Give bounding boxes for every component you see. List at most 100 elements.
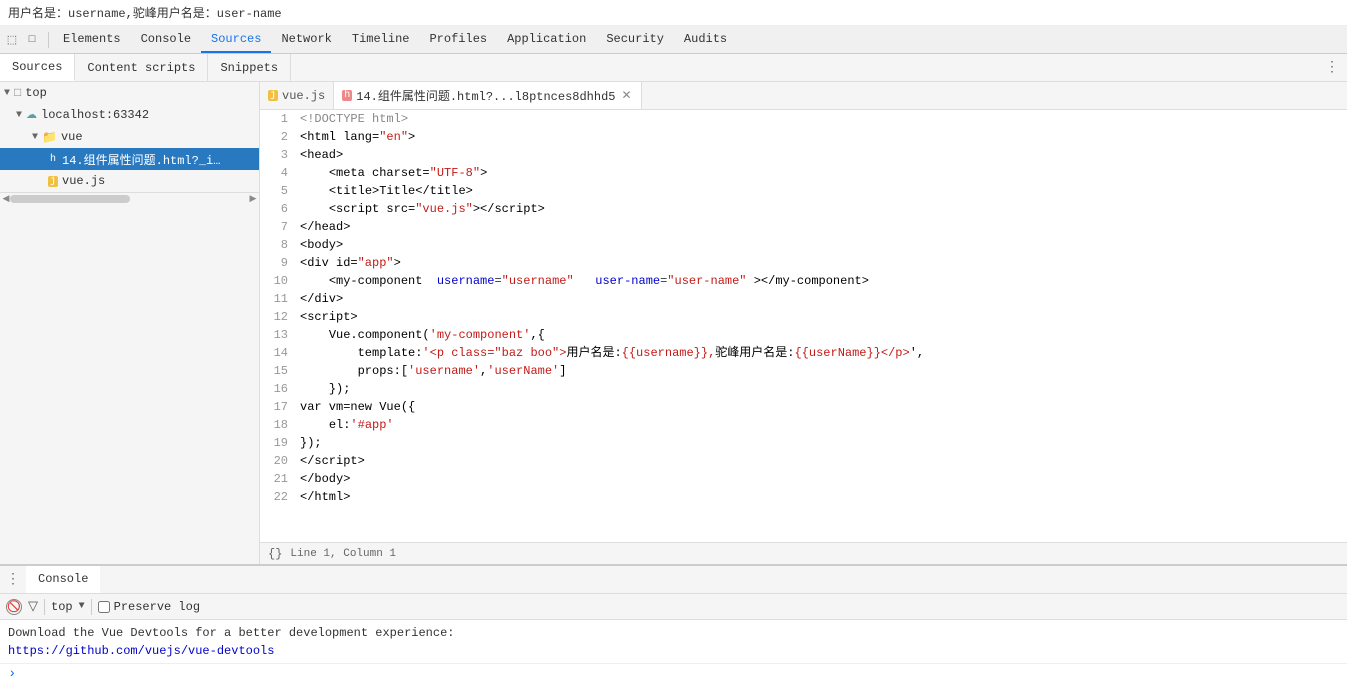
folder-icon: 📁 bbox=[42, 130, 57, 145]
nav-security[interactable]: Security bbox=[596, 26, 674, 53]
sub-tab-more[interactable]: ⋮ bbox=[1317, 59, 1347, 76]
code-line-20: 20 </script> bbox=[260, 452, 1347, 470]
scroll-right-btn[interactable]: ▶ bbox=[247, 193, 259, 204]
cursor-icon[interactable]: ⬚ bbox=[4, 32, 20, 48]
file-type-badge: h bbox=[48, 154, 58, 165]
tree-item-html-file[interactable]: h 14.组件属性问题.html?_ijt=o3tjoap... bbox=[0, 148, 259, 170]
page-result-text: 用户名是：username,驼峰用户名是：user-name bbox=[8, 7, 282, 21]
page-result-bar: 用户名是：username,驼峰用户名是：user-name bbox=[0, 0, 1347, 26]
code-line-4: 4 <meta charset="UTF-8"> bbox=[260, 164, 1347, 182]
sub-tab-snippets[interactable]: Snippets bbox=[208, 54, 291, 81]
html-icon: h bbox=[342, 90, 352, 101]
code-line-9: 9 <div id="app"> bbox=[260, 254, 1347, 272]
code-line-19: 19 }); bbox=[260, 434, 1347, 452]
editor-tab-html[interactable]: h 14.组件属性问题.html?...l8ptnces8dhhd5 ✕ bbox=[334, 82, 642, 109]
clear-console-btn[interactable]: 🚫 bbox=[6, 599, 22, 615]
top-nav: Elements Console Sources Network Timelin… bbox=[53, 26, 737, 53]
tree-label: localhost:63342 bbox=[41, 108, 149, 122]
tab-label: vue.js bbox=[282, 89, 325, 103]
code-line-16: 16 }); bbox=[260, 380, 1347, 398]
code-line-5: 5 <title>Title</title> bbox=[260, 182, 1347, 200]
devtools-body: Sources Content scripts Snippets ⋮ ▼ □ t… bbox=[0, 54, 1347, 684]
nav-application[interactable]: Application bbox=[497, 26, 596, 53]
code-line-2: 2 <html lang="en"> bbox=[260, 128, 1347, 146]
editor-tab-vuejs[interactable]: j vue.js bbox=[260, 82, 334, 109]
sub-tab-sources[interactable]: Sources bbox=[0, 54, 75, 81]
code-line-6: 6 <script src="vue.js"></script> bbox=[260, 200, 1347, 218]
code-line-14: 14 template:'<p class="baz boo">用户名是:{{u… bbox=[260, 344, 1347, 362]
tree-item-top[interactable]: ▼ □ top bbox=[0, 82, 259, 104]
cloud-icon: ☁ bbox=[26, 108, 37, 122]
code-line-10: 10 <my-component username="username" use… bbox=[260, 272, 1347, 290]
console-line-1: Download the Vue Devtools for a better d… bbox=[8, 624, 1339, 642]
folder-icon-top: □ bbox=[14, 86, 21, 100]
top-nav-bar: ⬚ □ Elements Console Sources Network Tim… bbox=[0, 26, 1347, 54]
tab-close-btn[interactable]: ✕ bbox=[619, 89, 633, 103]
bottom-tab-more[interactable]: ⋮ bbox=[0, 571, 26, 588]
separator bbox=[91, 599, 92, 615]
arrow-icon: ▼ bbox=[32, 132, 38, 143]
code-line-21: 21 </body> bbox=[260, 470, 1347, 488]
tree-label: top bbox=[25, 86, 47, 100]
tab-label: Console bbox=[38, 572, 88, 586]
file-tree: ▼ □ top ▼ ☁ localhost:63342 ▼ 📁 vue bbox=[0, 82, 260, 564]
scroll-thumb[interactable] bbox=[10, 195, 130, 203]
tree-label: vue.js bbox=[62, 174, 105, 188]
nav-profiles[interactable]: Profiles bbox=[419, 26, 497, 53]
bottom-tabs: ⋮ Console bbox=[0, 566, 1347, 594]
code-line-3: 3 <head> bbox=[260, 146, 1347, 164]
sources-panel: Sources Content scripts Snippets ⋮ ▼ □ t… bbox=[0, 54, 1347, 564]
nav-console[interactable]: Console bbox=[131, 26, 201, 53]
code-line-15: 15 props:['username','userName'] bbox=[260, 362, 1347, 380]
console-top-label[interactable]: top bbox=[51, 600, 73, 614]
bottom-panel: ⋮ Console 🚫 ▽ top ▼ Preserve log Downloa… bbox=[0, 564, 1347, 684]
tree-item-vue-folder[interactable]: ▼ 📁 vue bbox=[0, 126, 259, 148]
content-area: ▼ □ top ▼ ☁ localhost:63342 ▼ 📁 vue bbox=[0, 82, 1347, 564]
code-content[interactable]: 1 <!DOCTYPE html> 2 <html lang="en"> 3 <… bbox=[260, 110, 1347, 542]
code-line-12: 12 <script> bbox=[260, 308, 1347, 326]
filter-icon[interactable]: ▽ bbox=[28, 599, 38, 614]
editor-tabs: j vue.js h 14.组件属性问题.html?...l8ptnces8dh… bbox=[260, 82, 1347, 110]
braces-icon: {} bbox=[268, 547, 282, 561]
nav-timeline[interactable]: Timeline bbox=[342, 26, 420, 53]
js-icon: j bbox=[268, 90, 278, 101]
bottom-tab-console[interactable]: Console bbox=[26, 566, 100, 593]
console-output: Download the Vue Devtools for a better d… bbox=[0, 620, 1347, 663]
code-line-8: 8 <body> bbox=[260, 236, 1347, 254]
device-icon[interactable]: □ bbox=[24, 32, 40, 48]
status-bar: {} Line 1, Column 1 bbox=[260, 542, 1347, 564]
code-line-13: 13 Vue.component('my-component',{ bbox=[260, 326, 1347, 344]
code-line-7: 7 </head> bbox=[260, 218, 1347, 236]
nav-network[interactable]: Network bbox=[271, 26, 341, 53]
nav-audits[interactable]: Audits bbox=[674, 26, 737, 53]
console-toolbar: 🚫 ▽ top ▼ Preserve log bbox=[0, 594, 1347, 620]
nav-sources[interactable]: Sources bbox=[201, 26, 271, 53]
console-line-2: https://github.com/vuejs/vue-devtools bbox=[8, 642, 1339, 660]
file-type-badge: j bbox=[48, 176, 58, 187]
prompt-arrow-icon: › bbox=[8, 666, 16, 682]
tree-label: 14.组件属性问题.html?_ijt=o3tjoap... bbox=[62, 151, 222, 168]
arrow-icon: ▼ bbox=[16, 110, 22, 121]
tree-label: vue bbox=[61, 130, 83, 144]
status-text: Line 1, Column 1 bbox=[290, 548, 396, 560]
sub-tabs: Sources Content scripts Snippets ⋮ bbox=[0, 54, 1347, 82]
code-line-11: 11 </div> bbox=[260, 290, 1347, 308]
preserve-log-input[interactable] bbox=[98, 601, 110, 613]
console-prompt: › bbox=[0, 663, 1347, 684]
code-line-18: 18 el:'#app' bbox=[260, 416, 1347, 434]
code-line-17: 17 var vm=new Vue({ bbox=[260, 398, 1347, 416]
console-input[interactable] bbox=[20, 667, 1339, 681]
code-editor: j vue.js h 14.组件属性问题.html?...l8ptnces8dh… bbox=[260, 82, 1347, 564]
top-bar-icons: ⬚ □ bbox=[4, 32, 49, 48]
nav-elements[interactable]: Elements bbox=[53, 26, 131, 53]
separator bbox=[44, 599, 45, 615]
console-top-arrow[interactable]: ▼ bbox=[79, 601, 85, 612]
tree-item-localhost[interactable]: ▼ ☁ localhost:63342 bbox=[0, 104, 259, 126]
tab-label: 14.组件属性问题.html?...l8ptnces8dhhd5 bbox=[356, 87, 615, 104]
file-tree-scrollbar[interactable]: ◀ ▶ bbox=[0, 192, 259, 204]
preserve-log-checkbox[interactable]: Preserve log bbox=[98, 600, 200, 614]
tree-item-vue-js[interactable]: j vue.js bbox=[0, 170, 259, 192]
arrow-icon: ▼ bbox=[4, 88, 10, 99]
code-line-1: 1 <!DOCTYPE html> bbox=[260, 110, 1347, 128]
sub-tab-content-scripts[interactable]: Content scripts bbox=[75, 54, 208, 81]
